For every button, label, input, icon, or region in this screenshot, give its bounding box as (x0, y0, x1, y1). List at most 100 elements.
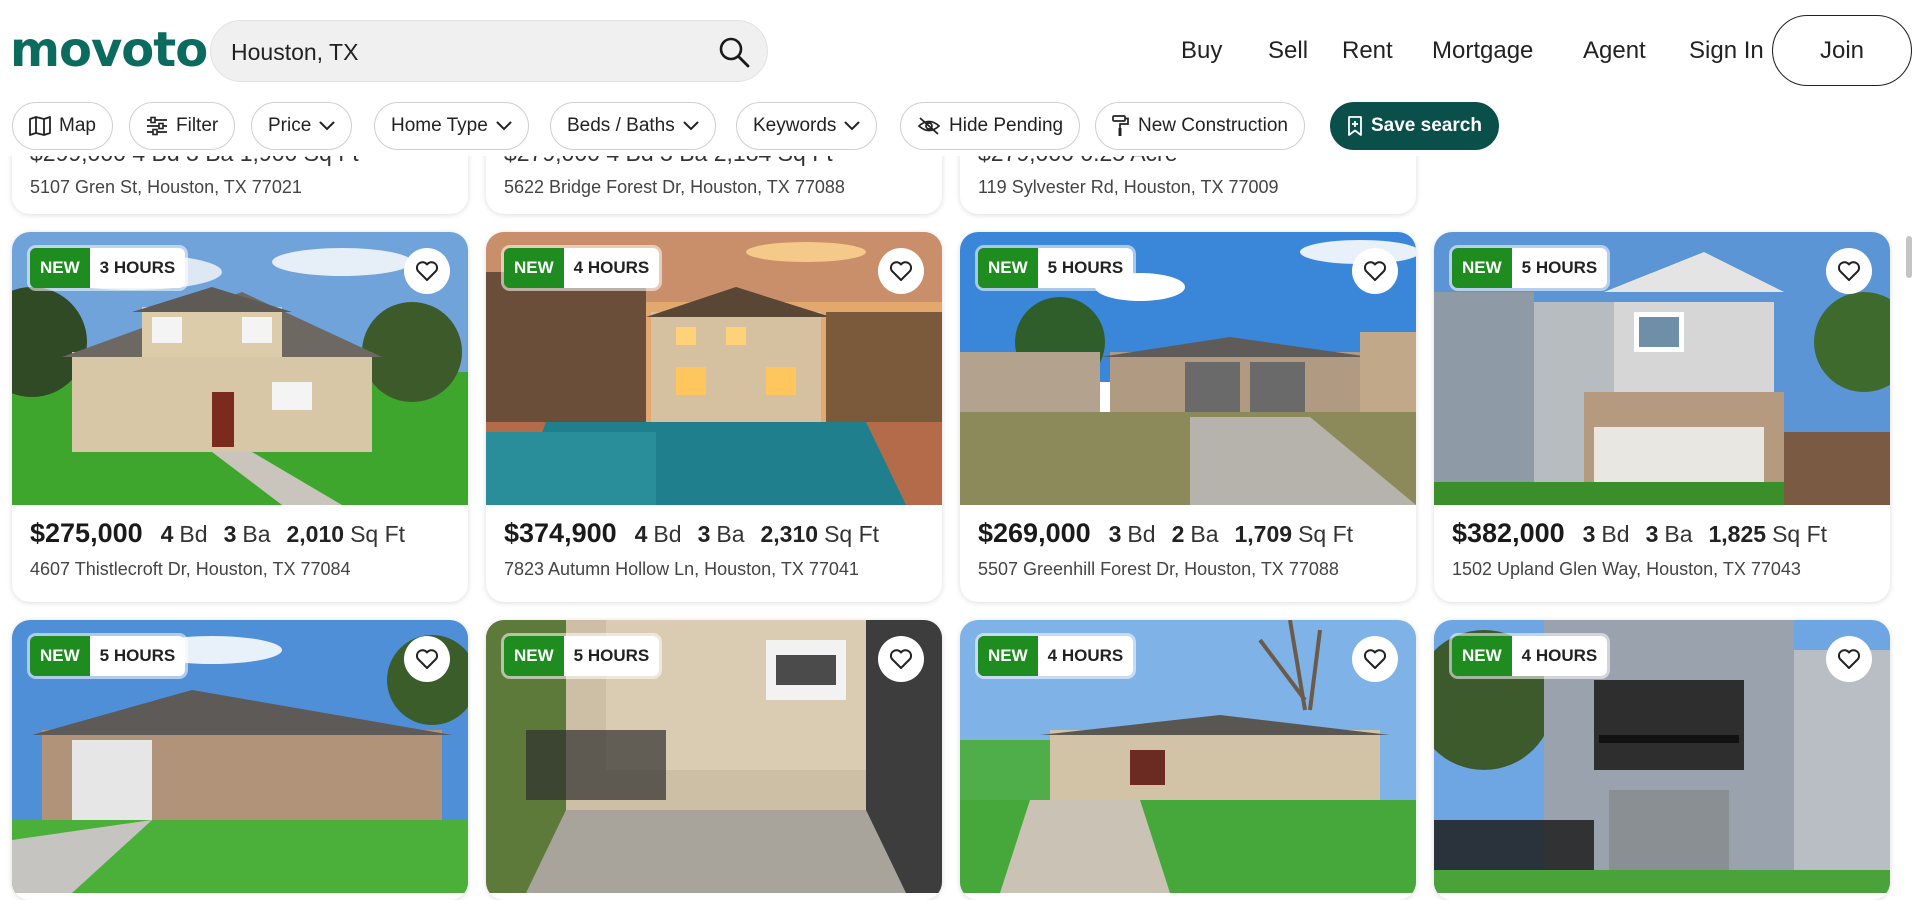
favorite-button[interactable] (878, 248, 924, 294)
new-badge: NEW 4 HOURS (504, 248, 660, 288)
new-badge: NEW 5 HOURS (1452, 248, 1608, 288)
listing-card[interactable]: NEW 5 HOURS (12, 620, 468, 900)
listing-beds: 3 (1582, 521, 1596, 547)
listing-age: 4 HOURS (1037, 636, 1134, 676)
favorite-button[interactable] (1352, 248, 1398, 294)
listing-baths: 2 (1171, 521, 1185, 547)
baths-unit: Ba (242, 521, 271, 547)
beds-unit: Bd (653, 521, 682, 547)
new-construction-button[interactable]: New Construction (1095, 102, 1305, 150)
new-badge-label: NEW (978, 636, 1038, 676)
listing-age: 5 HOURS (1511, 248, 1608, 288)
listing-card[interactable]: NEW 3 HOURS $275,000 4 Bd 3 Ba 2,010 Sq Ft … (12, 232, 468, 602)
listing-baths: 3 (697, 521, 711, 547)
listing-baths: 3 (1645, 521, 1659, 547)
sqft-unit: Sq Ft (824, 521, 880, 547)
map-icon (29, 116, 51, 136)
listing-card[interactable]: NEW 4 HOURS (960, 620, 1416, 900)
listing-age: 5 HOURS (1037, 248, 1134, 288)
listing-sqft: 2,310 (760, 521, 819, 547)
listing-card[interactable]: NEW 4 HOURS (1434, 620, 1890, 900)
listing-card[interactable]: NEW 5 HOURS $382,000 3 Bd 3 Ba 1,825 Sq Ft … (1434, 232, 1890, 602)
listing-address[interactable]: 119 Sylvester Rd, Houston, TX 77009 (978, 177, 1400, 198)
search-icon[interactable] (717, 35, 751, 69)
listing-card[interactable]: NEW 5 HOURS (486, 620, 942, 900)
new-badge-label: NEW (30, 636, 90, 676)
movoto-logo[interactable]: movoto (10, 22, 208, 78)
filter-label: Filter (176, 115, 219, 136)
nav-rent[interactable]: Rent (1342, 20, 1393, 82)
keywords-dropdown[interactable]: Keywords (736, 102, 878, 150)
new-badge: NEW 5 HOURS (30, 636, 186, 676)
beds-unit: Bd (1127, 521, 1156, 547)
save-search-button[interactable]: Save search (1330, 102, 1499, 150)
price-label: Price (268, 115, 312, 136)
beds-unit: Bd (179, 521, 208, 547)
hide-pending-button[interactable]: Hide Pending (900, 102, 1081, 150)
beds-unit: Bd (1601, 521, 1630, 547)
listing-age: 4 HOURS (563, 248, 660, 288)
baths-unit: Ba (716, 521, 745, 547)
search-box[interactable] (210, 20, 768, 83)
heart-icon (889, 261, 913, 281)
listing-age: 3 HOURS (89, 248, 186, 288)
home-type-dropdown[interactable]: Home Type (374, 102, 529, 150)
listing-address[interactable]: 4607 Thistlecroft Dr, Houston, TX 77084 (30, 559, 452, 580)
baths-unit: Ba (1190, 521, 1219, 547)
listing-age: 4 HOURS (1511, 636, 1608, 676)
beds-baths-dropdown[interactable]: Beds / Baths (550, 102, 716, 150)
favorite-button[interactable] (404, 636, 450, 682)
new-badge: NEW 5 HOURS (978, 248, 1134, 288)
listing-baths: 3 (223, 521, 237, 547)
search-input[interactable] (229, 21, 693, 83)
heart-icon (1363, 649, 1387, 669)
listing-address[interactable]: 1502 Upland Glen Way, Houston, TX 77043 (1452, 559, 1874, 580)
listing-sqft: 1,825 (1708, 521, 1767, 547)
paint-roller-icon (1112, 115, 1129, 136)
new-badge-label: NEW (1452, 248, 1512, 288)
favorite-button[interactable] (1826, 248, 1872, 294)
chevron-down-icon (683, 121, 699, 131)
map-label: Map (59, 115, 96, 136)
filter-button[interactable]: Filter (129, 102, 236, 150)
join-button[interactable]: Join (1772, 15, 1912, 86)
favorite-button[interactable] (878, 636, 924, 682)
listing-address[interactable]: 5622 Bridge Forest Dr, Houston, TX 77088 (504, 177, 926, 198)
listing-address[interactable]: 7823 Autumn Hollow Ln, Houston, TX 77041 (504, 559, 926, 580)
new-badge-label: NEW (504, 248, 564, 288)
favorite-button[interactable] (404, 248, 450, 294)
nav-buy[interactable]: Buy (1181, 20, 1222, 82)
listing-age: 5 HOURS (89, 636, 186, 676)
bookmark-add-icon (1348, 116, 1362, 136)
eye-off-icon (917, 117, 941, 135)
sqft-unit: Sq Ft (350, 521, 406, 547)
new-badge: NEW 5 HOURS (504, 636, 660, 676)
sqft-unit: Sq Ft (1298, 521, 1354, 547)
listing-age: 5 HOURS (563, 636, 660, 676)
favorite-button[interactable] (1826, 636, 1872, 682)
new-badge: NEW 4 HOURS (978, 636, 1134, 676)
nav-sell[interactable]: Sell (1268, 20, 1308, 82)
heart-icon (1837, 261, 1861, 281)
home-type-label: Home Type (391, 115, 488, 136)
scrollbar-thumb[interactable] (1906, 236, 1912, 278)
nav-mortgage[interactable]: Mortgage (1432, 20, 1533, 82)
listing-address[interactable]: 5107 Gren St, Houston, TX 77021 (30, 177, 452, 198)
sliders-icon (147, 116, 167, 136)
price-dropdown[interactable]: Price (251, 102, 353, 150)
map-button[interactable]: Map (12, 102, 113, 150)
favorite-button[interactable] (1352, 636, 1398, 682)
baths-unit: Ba (1664, 521, 1693, 547)
nav-sign-in[interactable]: Sign In (1689, 20, 1764, 82)
chevron-down-icon (319, 121, 335, 131)
new-badge-label: NEW (978, 248, 1038, 288)
new-construction-label: New Construction (1138, 115, 1288, 136)
heart-icon (1363, 261, 1387, 281)
listing-card[interactable]: NEW 5 HOURS $269,000 3 Bd 2 Ba 1,709 Sq Ft … (960, 232, 1416, 602)
heart-icon (1837, 649, 1861, 669)
nav-agent[interactable]: Agent (1583, 20, 1646, 82)
listing-card[interactable]: NEW 4 HOURS $374,900 4 Bd 3 Ba 2,310 Sq Ft … (486, 232, 942, 602)
listing-address[interactable]: 5507 Greenhill Forest Dr, Houston, TX 77… (978, 559, 1400, 580)
top-bar: movoto Buy Sell Rent Mortgage Agent Sign… (0, 0, 1914, 100)
keywords-label: Keywords (753, 115, 837, 136)
